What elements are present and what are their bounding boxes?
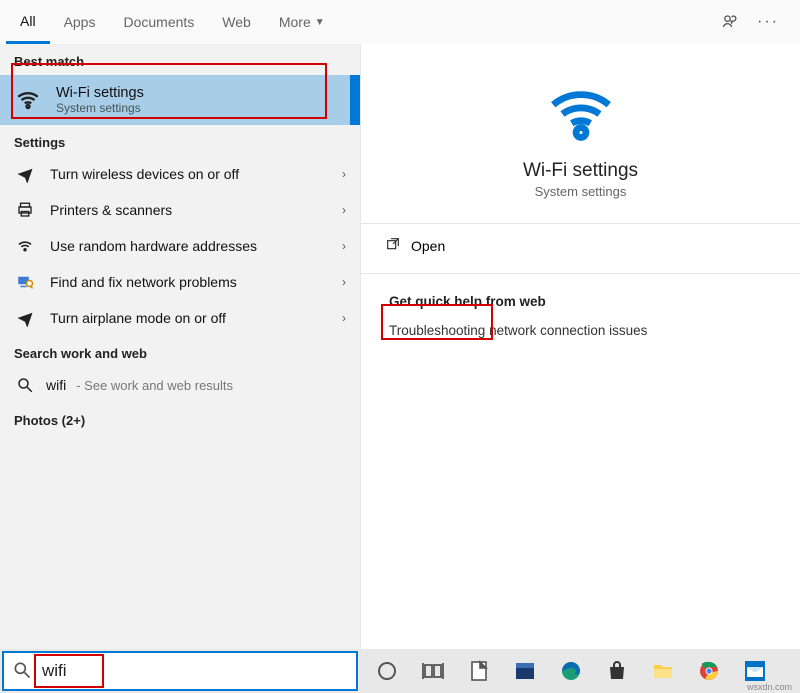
app-chrome-icon[interactable] bbox=[686, 649, 732, 693]
setting-label: Use random hardware addresses bbox=[50, 238, 328, 254]
setting-troubleshoot-network[interactable]: Find and fix network problems › bbox=[0, 264, 360, 300]
setting-random-mac[interactable]: Use random hardware addresses › bbox=[0, 228, 360, 264]
annotation-highlight bbox=[34, 654, 104, 688]
open-label: Open bbox=[411, 238, 445, 254]
tab-more[interactable]: More ▼ bbox=[265, 0, 339, 44]
wifi-icon bbox=[541, 74, 621, 154]
setting-airplane-mode[interactable]: Turn airplane mode on or off › bbox=[0, 300, 360, 336]
search-icon bbox=[14, 376, 36, 394]
chevron-right-icon: › bbox=[342, 167, 346, 181]
preview-title: Wi-Fi settings bbox=[523, 160, 638, 182]
preview-panel: Wi-Fi settings System settings Open Get … bbox=[360, 44, 800, 649]
troubleshoot-icon bbox=[14, 273, 36, 291]
section-photos[interactable]: Photos (2+) bbox=[0, 403, 360, 434]
cortana-icon[interactable] bbox=[364, 649, 410, 693]
chevron-right-icon: › bbox=[342, 275, 346, 289]
open-button[interactable]: Open bbox=[361, 224, 800, 267]
annotation-highlight bbox=[11, 63, 327, 119]
app-libreoffice-icon[interactable] bbox=[456, 649, 502, 693]
web-search-row[interactable]: wifi - See work and web results bbox=[0, 367, 360, 403]
feedback-icon[interactable] bbox=[716, 8, 744, 36]
preview-subtitle: System settings bbox=[535, 184, 627, 199]
airplane-icon bbox=[14, 309, 36, 327]
setting-label: Turn airplane mode on or off bbox=[50, 310, 328, 326]
app-explorer-icon[interactable] bbox=[640, 649, 686, 693]
app-files-icon[interactable] bbox=[502, 649, 548, 693]
search-icon bbox=[12, 660, 32, 683]
app-store-icon[interactable] bbox=[594, 649, 640, 693]
chevron-down-icon: ▼ bbox=[315, 17, 325, 28]
setting-label: Turn wireless devices on or off bbox=[50, 166, 328, 182]
web-hint: - See work and web results bbox=[76, 378, 233, 393]
results-panel: Best match Wi-Fi settings System setting… bbox=[0, 44, 360, 649]
section-search-web: Search work and web bbox=[0, 336, 360, 367]
watermark: wsxdn.com bbox=[745, 681, 794, 693]
tab-all[interactable]: All bbox=[6, 0, 50, 44]
taskbar bbox=[0, 649, 800, 693]
setting-label: Printers & scanners bbox=[50, 202, 328, 218]
chevron-right-icon: › bbox=[342, 311, 346, 325]
tab-documents[interactable]: Documents bbox=[109, 0, 208, 44]
setting-printers[interactable]: Printers & scanners › bbox=[0, 192, 360, 228]
chevron-right-icon: › bbox=[342, 203, 346, 217]
annotation-highlight bbox=[381, 304, 493, 340]
printer-icon bbox=[14, 201, 36, 219]
tab-more-label: More bbox=[279, 14, 311, 30]
tab-apps[interactable]: Apps bbox=[50, 0, 110, 44]
wifi-icon bbox=[14, 237, 36, 255]
section-settings: Settings bbox=[0, 125, 360, 156]
chevron-right-icon: › bbox=[342, 239, 346, 253]
setting-label: Find and fix network problems bbox=[50, 274, 328, 290]
open-icon bbox=[385, 236, 401, 255]
selection-accent bbox=[350, 75, 360, 125]
app-edge-icon[interactable] bbox=[548, 649, 594, 693]
more-options-icon[interactable]: ··· bbox=[754, 8, 782, 36]
task-view-icon[interactable] bbox=[410, 649, 456, 693]
search-filter-tabs: All Apps Documents Web More ▼ ··· bbox=[0, 0, 800, 44]
web-query: wifi bbox=[46, 377, 66, 393]
setting-wireless-toggle[interactable]: Turn wireless devices on or off › bbox=[0, 156, 360, 192]
airplane-icon bbox=[14, 165, 36, 183]
tab-web[interactable]: Web bbox=[208, 0, 265, 44]
